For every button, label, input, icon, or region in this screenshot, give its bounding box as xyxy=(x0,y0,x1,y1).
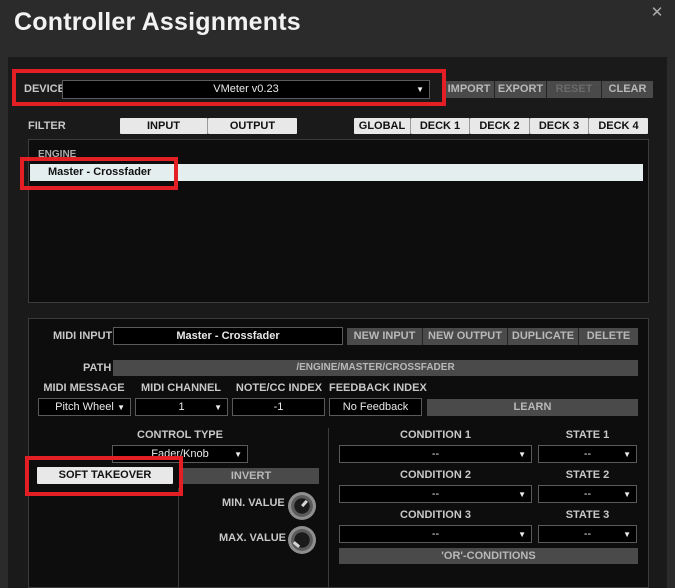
chevron-down-icon: ▼ xyxy=(623,450,631,459)
knob-indicator xyxy=(292,541,301,548)
new-output-button[interactable]: NEW OUTPUT xyxy=(423,328,508,345)
filter-input-button[interactable]: INPUT xyxy=(120,118,208,134)
chevron-down-icon: ▼ xyxy=(623,530,631,539)
window-title: Controller Assignments xyxy=(14,8,301,36)
chevron-down-icon: ▼ xyxy=(518,530,526,539)
filter-label: FILTER xyxy=(28,120,66,132)
invert-button[interactable]: INVERT xyxy=(183,468,319,484)
path-value: /ENGINE/MASTER/CROSSFADER xyxy=(113,360,638,376)
delete-button[interactable]: DELETE xyxy=(579,328,638,345)
filter-global-button[interactable]: GLOBAL xyxy=(354,118,411,134)
filter-deck2-button[interactable]: DECK 2 xyxy=(470,118,530,134)
midi-message-dropdown[interactable]: Pitch Wheel ▼ xyxy=(38,398,131,416)
condition-3-value: -- xyxy=(431,528,440,540)
midi-channel-label: MIDI CHANNEL xyxy=(140,382,222,394)
or-conditions-button[interactable]: 'OR'-CONDITIONS xyxy=(339,548,638,564)
duplicate-button[interactable]: DUPLICATE xyxy=(508,328,579,345)
divider-vertical-right xyxy=(328,428,329,588)
chevron-down-icon: ▼ xyxy=(214,403,222,412)
filter-output-button[interactable]: OUTPUT xyxy=(208,118,297,134)
condition-1-value: -- xyxy=(431,448,440,460)
chevron-down-icon: ▼ xyxy=(518,450,526,459)
clear-button[interactable]: CLEAR xyxy=(602,81,653,98)
close-icon[interactable]: ✕ xyxy=(648,4,666,22)
condition-2-dropdown[interactable]: -- ▼ xyxy=(339,485,532,503)
chevron-down-icon: ▼ xyxy=(234,450,242,459)
state-3-label: STATE 3 xyxy=(565,509,610,521)
condition-1-label: CONDITION 1 xyxy=(400,429,471,441)
state-3-value: -- xyxy=(583,528,592,540)
divider-vertical-left xyxy=(178,488,179,588)
learn-button[interactable]: LEARN xyxy=(427,399,638,416)
path-label: PATH xyxy=(83,362,112,374)
state-2-label: STATE 2 xyxy=(565,469,610,481)
midi-channel-value: 1 xyxy=(178,401,185,413)
condition-2-value: -- xyxy=(431,488,440,500)
soft-takeover-highlight xyxy=(25,456,183,496)
state-2-value: -- xyxy=(583,488,592,500)
new-input-button[interactable]: NEW INPUT xyxy=(347,328,423,345)
state-1-label: STATE 1 xyxy=(565,429,610,441)
list-item-highlight xyxy=(20,157,178,190)
device-highlight xyxy=(12,69,446,106)
condition-3-label: CONDITION 3 xyxy=(400,509,471,521)
midi-channel-dropdown[interactable]: 1 ▼ xyxy=(135,398,228,416)
midi-input-label: MIDI INPUT xyxy=(53,330,113,342)
chevron-down-icon: ▼ xyxy=(117,403,125,412)
state-1-value: -- xyxy=(583,448,592,460)
filter-deck1-button[interactable]: DECK 1 xyxy=(411,118,470,134)
condition-1-dropdown[interactable]: -- ▼ xyxy=(339,445,532,463)
condition-3-dropdown[interactable]: -- ▼ xyxy=(339,525,532,543)
midi-input-field[interactable]: Master - Crossfader xyxy=(113,327,343,345)
max-value-knob[interactable] xyxy=(288,526,316,554)
min-value-label: MIN. VALUE xyxy=(222,497,285,509)
max-value-label: MAX. VALUE xyxy=(219,532,287,544)
chevron-down-icon: ▼ xyxy=(518,490,526,499)
state-2-dropdown[interactable]: -- ▼ xyxy=(538,485,637,503)
note-cc-index-label: NOTE/CC INDEX xyxy=(235,382,323,394)
export-button[interactable]: EXPORT xyxy=(495,81,547,98)
state-1-dropdown[interactable]: -- ▼ xyxy=(538,445,637,463)
state-3-dropdown[interactable]: -- ▼ xyxy=(538,525,637,543)
filter-deck4-button[interactable]: DECK 4 xyxy=(589,118,648,134)
midi-message-label: MIDI MESSAGE xyxy=(43,382,125,394)
midi-message-value: Pitch Wheel xyxy=(55,401,114,413)
knob-indicator xyxy=(301,499,308,508)
reset-button[interactable]: RESET xyxy=(547,81,602,98)
note-cc-index-input[interactable]: -1 xyxy=(232,398,325,416)
condition-2-label: CONDITION 2 xyxy=(400,469,471,481)
chevron-down-icon: ▼ xyxy=(623,490,631,499)
feedback-index-field[interactable]: No Feedback xyxy=(329,398,422,416)
control-type-label: CONTROL TYPE xyxy=(137,429,223,441)
feedback-index-label: FEEDBACK INDEX xyxy=(329,382,427,394)
min-value-knob[interactable] xyxy=(288,492,316,520)
filter-deck3-button[interactable]: DECK 3 xyxy=(530,118,589,134)
import-button[interactable]: IMPORT xyxy=(444,81,495,98)
